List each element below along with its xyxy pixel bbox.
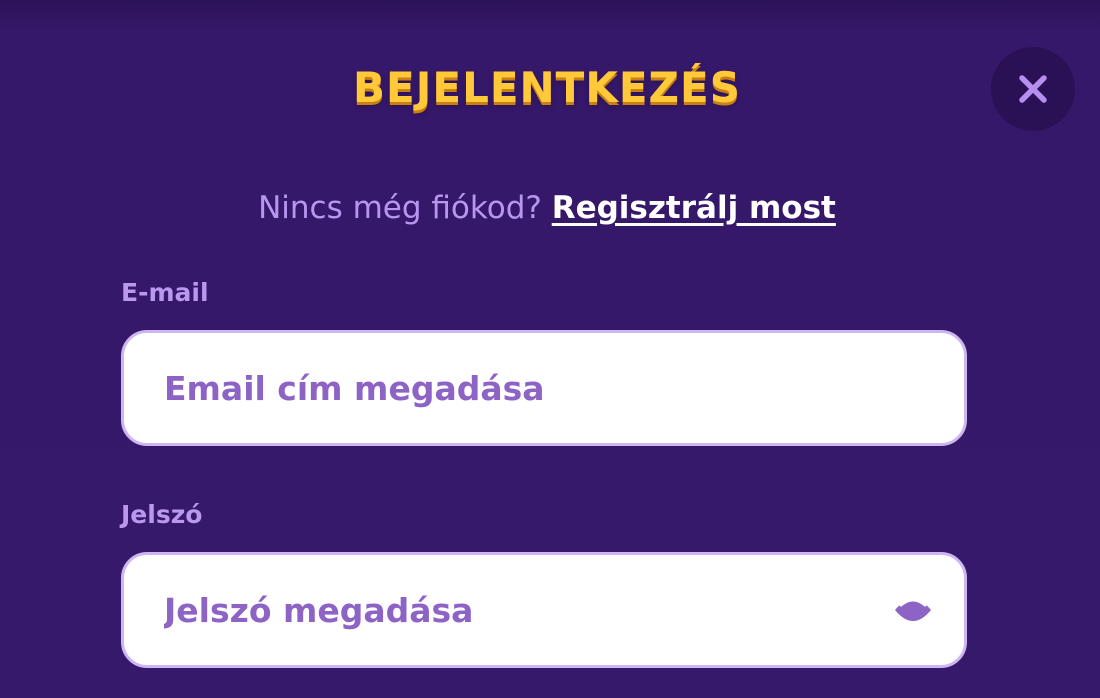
eye-icon [895, 598, 931, 621]
email-input[interactable] [124, 333, 964, 443]
signup-prompt-text: Nincs még fiókod? [258, 190, 542, 226]
password-input[interactable] [124, 555, 890, 665]
login-modal: BEJELENTKEZÉS Nincs még fiókod? Regisztr… [0, 0, 1100, 698]
password-field-wrapper [121, 552, 967, 668]
show-password-toggle[interactable] [890, 587, 936, 633]
email-label: E-mail [121, 278, 209, 307]
close-icon [1019, 75, 1047, 103]
password-label: Jelszó [121, 500, 203, 529]
close-button[interactable] [991, 47, 1075, 131]
register-now-link[interactable]: Regisztrálj most [552, 190, 836, 226]
modal-title: BEJELENTKEZÉS [353, 63, 741, 112]
signup-prompt-line: Nincs még fiókod? Regisztrálj most [0, 186, 1094, 230]
email-field-wrapper [121, 330, 967, 446]
